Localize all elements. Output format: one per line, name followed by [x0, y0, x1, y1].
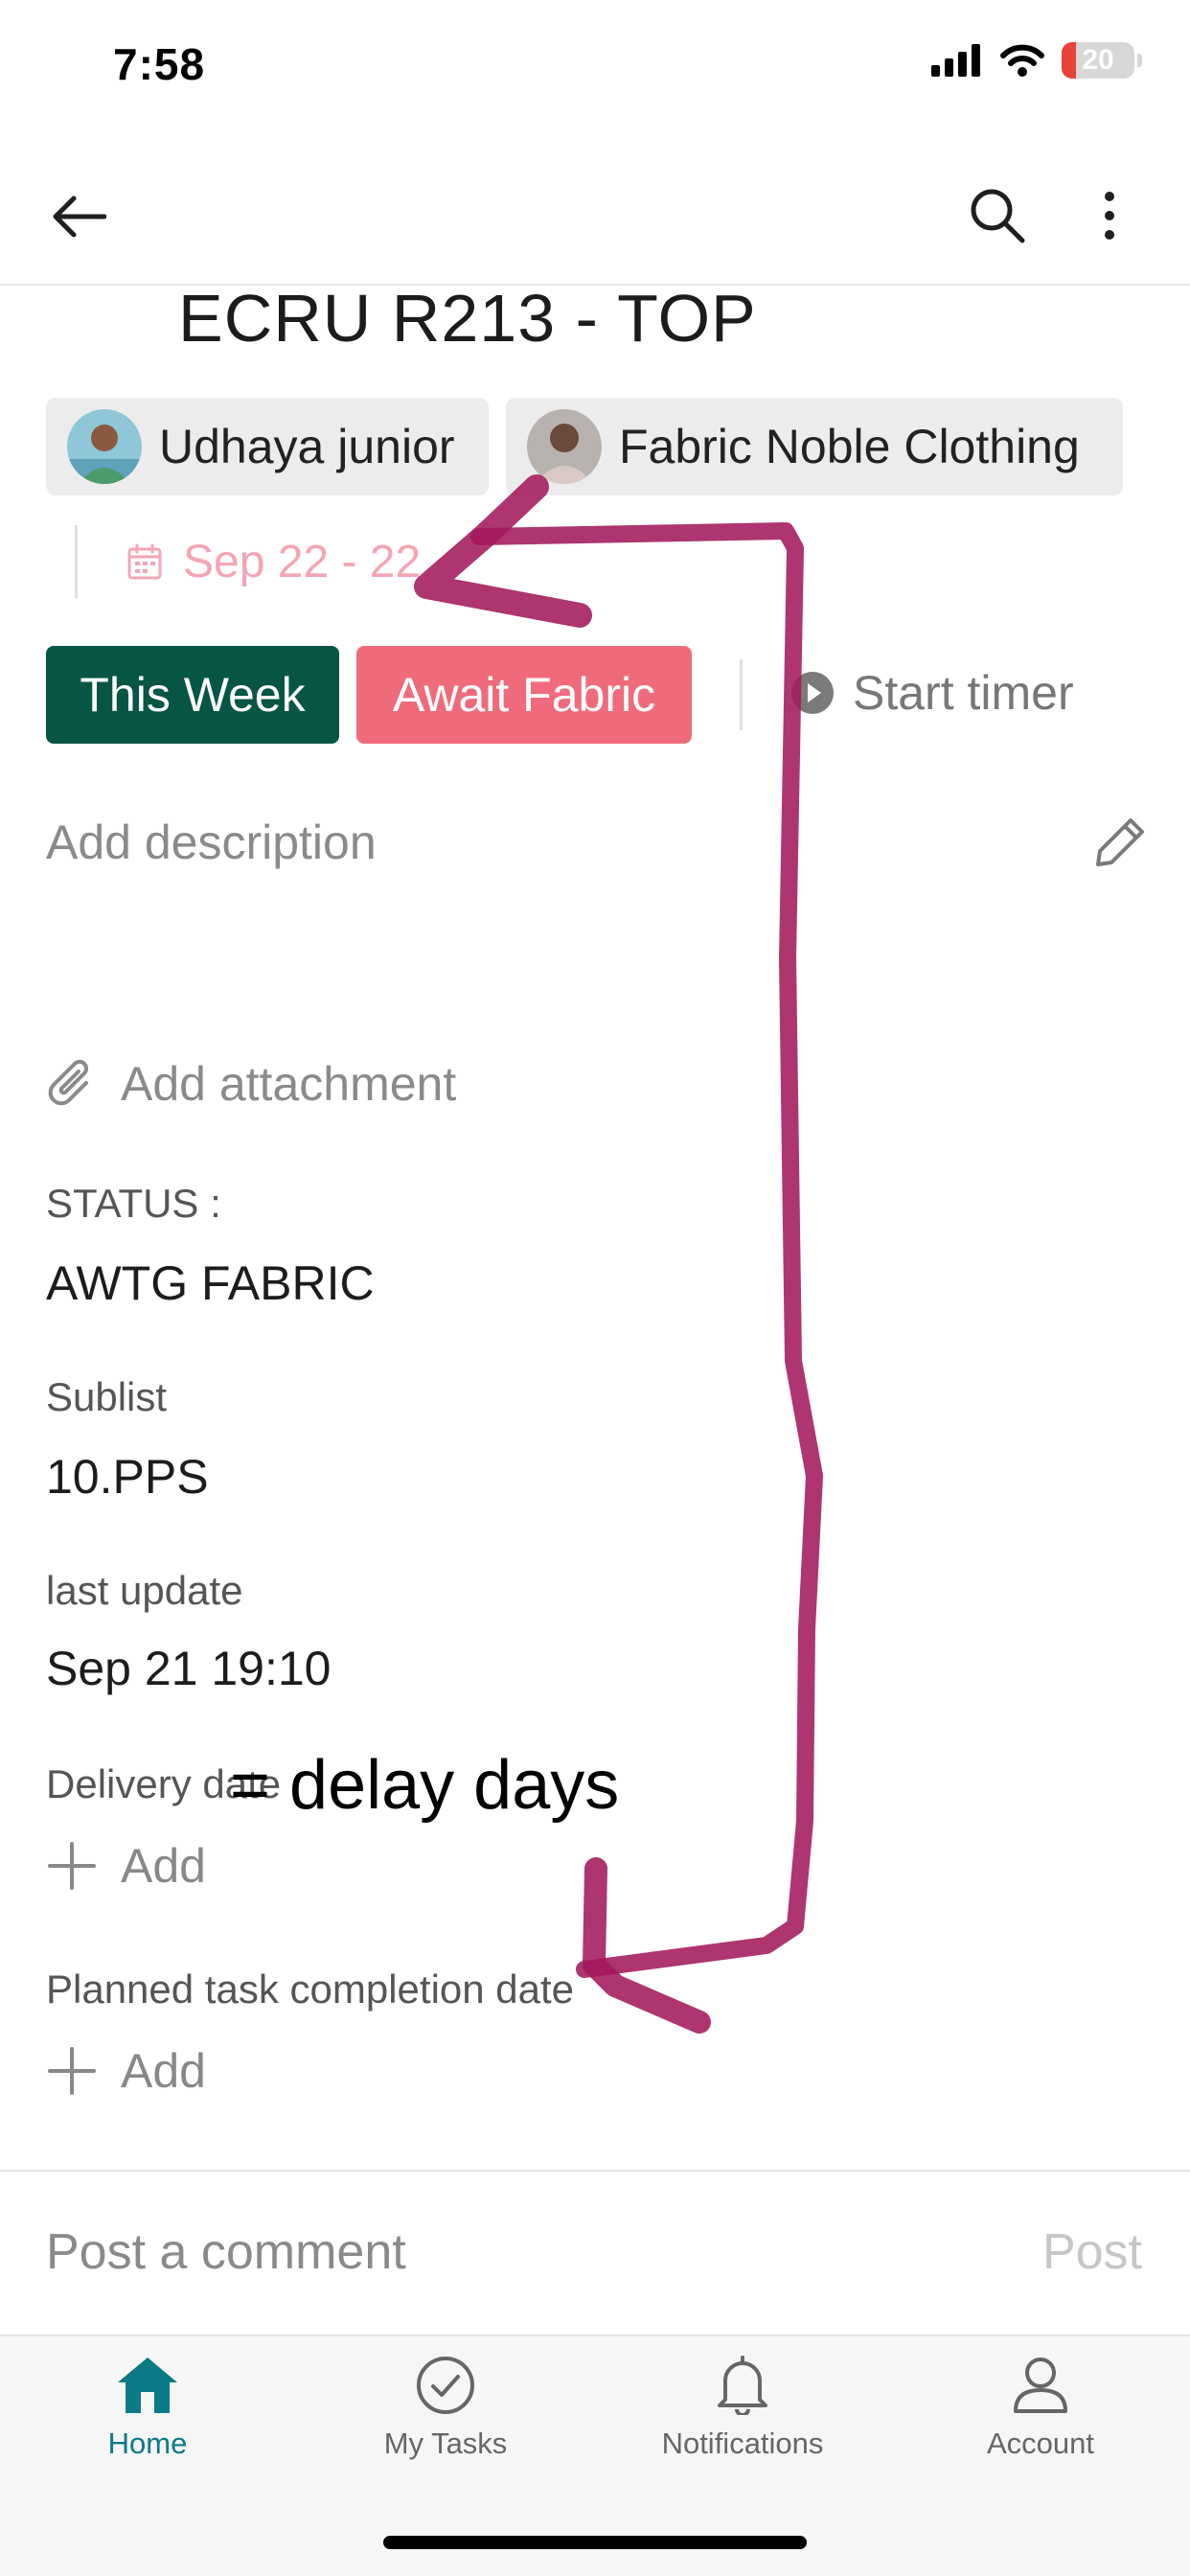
- status-label: STATUS :: [46, 1181, 221, 1226]
- cellular-signal-icon: [931, 44, 980, 77]
- divider: [0, 2170, 1190, 2172]
- avatar: [67, 409, 142, 484]
- status-value[interactable]: AWTG FABRIC: [46, 1255, 375, 1311]
- description-field[interactable]: Add description: [46, 815, 377, 870]
- tab-home[interactable]: Home: [4, 2356, 291, 2461]
- tag-await-fabric[interactable]: Await Fabric: [356, 646, 692, 744]
- assignee-chip[interactable]: Udhaya junior: [46, 398, 489, 495]
- more-vertical-icon: [1105, 192, 1114, 240]
- edit-description-button[interactable]: [1094, 815, 1148, 873]
- task-detail-screen: 7:58 20 ECRU R213 - TOP Udhaya junior Fa…: [0, 0, 1190, 2576]
- add-delivery-date-label: Add: [121, 1839, 206, 1893]
- back-button[interactable]: [46, 188, 113, 245]
- calendar-icon: [127, 543, 162, 580]
- battery-tip: [1137, 54, 1142, 67]
- post-comment-button[interactable]: Post: [1042, 2223, 1142, 2281]
- battery-icon: 20: [1062, 42, 1134, 79]
- start-timer-button[interactable]: Start timer: [790, 665, 1074, 721]
- check-circle-icon: [417, 2357, 474, 2414]
- play-circle-icon: [791, 672, 834, 714]
- bell-icon: [718, 2356, 767, 2415]
- last-update-value: Sep 21 19:10: [46, 1642, 332, 1695]
- more-options-button[interactable]: [1088, 182, 1131, 249]
- pencil-icon: [1096, 818, 1144, 866]
- status-time: 7:58: [113, 39, 206, 89]
- comment-input[interactable]: Post a comment: [46, 2223, 406, 2281]
- search-button[interactable]: [964, 182, 1031, 249]
- add-planned-completion-label: Add: [121, 2044, 206, 2098]
- task-title: ECRU R213 - TOP: [178, 281, 757, 356]
- search-icon: [971, 189, 1025, 243]
- avatar: [527, 409, 602, 484]
- annotation-text: = delay days: [230, 1747, 620, 1824]
- plus-icon: [48, 1842, 96, 1890]
- add-delivery-date-button[interactable]: Add: [48, 1838, 206, 1894]
- status-indicators: 20: [931, 42, 1142, 79]
- arrow-left-icon: [53, 196, 106, 238]
- top-app-bar: [0, 144, 1190, 286]
- planned-completion-label: Planned task completion date: [46, 1966, 575, 2012]
- tab-notifications[interactable]: Notifications: [599, 2356, 886, 2461]
- sublist-value[interactable]: 10.PPS: [46, 1449, 209, 1505]
- tab-home-label: Home: [107, 2426, 188, 2460]
- sublist-label: Sublist: [46, 1374, 168, 1419]
- due-date-range[interactable]: Sep 22 - 22: [75, 525, 421, 598]
- add-attachment-button[interactable]: Add attachment: [48, 1056, 456, 1112]
- date-range-text: Sep 22 - 22: [183, 536, 422, 587]
- tab-notifications-label: Notifications: [661, 2426, 824, 2460]
- tab-my-tasks-label: My Tasks: [383, 2426, 508, 2460]
- paperclip-icon: [48, 1059, 89, 1106]
- assignee-name: Fabric Noble Clothing: [619, 420, 1080, 473]
- wifi-icon: [1000, 44, 1044, 77]
- battery-percentage: 20: [1082, 44, 1114, 76]
- assignee-chip[interactable]: Fabric Noble Clothing: [506, 398, 1123, 495]
- divider: [740, 659, 743, 730]
- add-attachment-label: Add attachment: [121, 1057, 457, 1111]
- add-planned-completion-button[interactable]: Add: [48, 2043, 206, 2099]
- assignee-name: Udhaya junior: [159, 420, 455, 473]
- tab-my-tasks[interactable]: My Tasks: [302, 2356, 589, 2461]
- person-icon: [1014, 2358, 1067, 2413]
- tag-this-week[interactable]: This Week: [46, 646, 339, 744]
- last-update-label: last update: [46, 1568, 243, 1613]
- plus-icon: [48, 2047, 96, 2095]
- start-timer-label: Start timer: [853, 666, 1074, 720]
- home-indicator: [383, 2536, 807, 2549]
- tab-account-label: Account: [986, 2426, 1094, 2460]
- tab-account[interactable]: Account: [897, 2356, 1184, 2461]
- home-icon: [118, 2358, 177, 2413]
